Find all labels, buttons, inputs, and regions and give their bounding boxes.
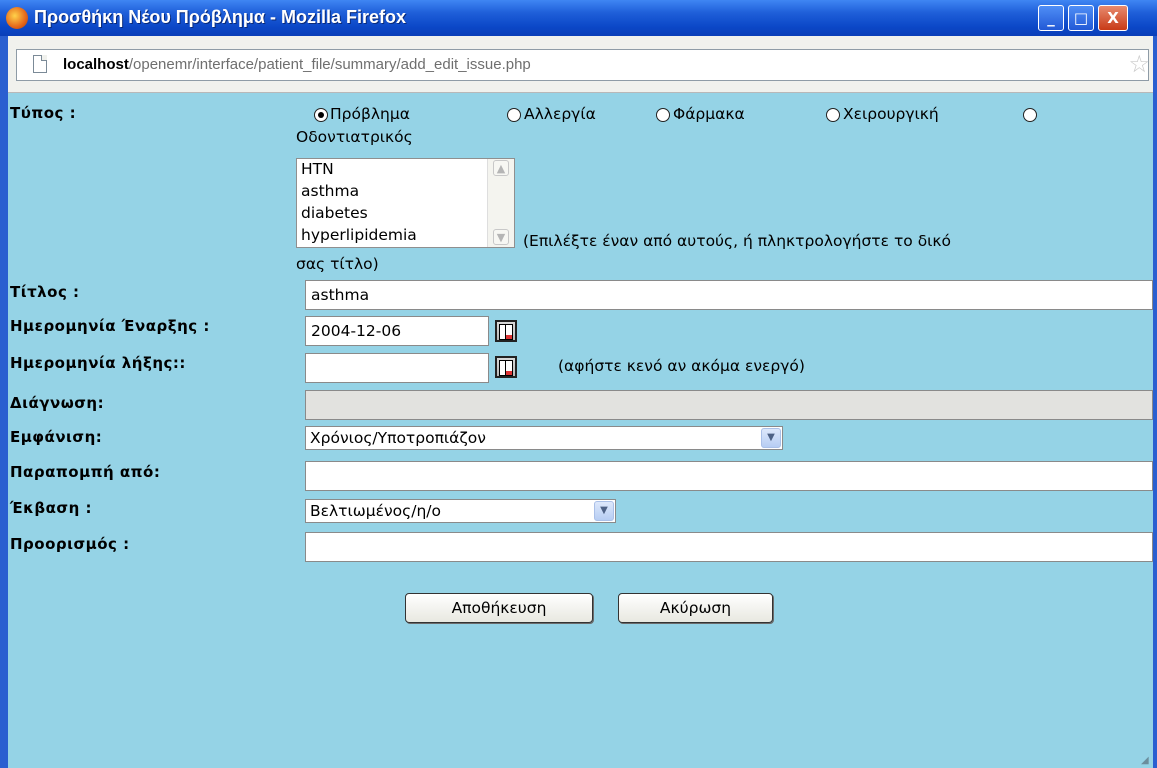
minimize-button[interactable]: _: [1038, 5, 1064, 31]
chevron-down-icon[interactable]: ▼: [594, 501, 614, 521]
issue-list[interactable]: HTN asthma diabetes hyperlipidemia ▲ ▼: [296, 158, 515, 248]
occurrence-value: Χρόνιος/Υποτροπιάζον: [310, 429, 486, 447]
type-option-allergy: Αλλεργία: [524, 105, 596, 123]
page-icon: [33, 55, 47, 73]
type-option-problem: Πρόβλημα: [330, 105, 410, 123]
end-date-label: Ημερομηνία λήξης::: [10, 354, 186, 372]
title-input[interactable]: asthma: [305, 280, 1153, 310]
type-radio-allergy[interactable]: [507, 108, 521, 122]
url-host: localhost: [63, 56, 129, 73]
type-option-medication: Φάρμακα: [673, 105, 745, 123]
resize-grip-icon[interactable]: ◢: [1141, 756, 1151, 766]
url-bar: localhost/openemr/interface/patient_file…: [8, 36, 1153, 93]
start-date-label: Ημερομηνία Έναρξης :: [10, 317, 210, 335]
url-text: localhost/openemr/interface/patient_file…: [63, 56, 531, 73]
end-date-hint: (αφήστε κενό αν ακόμα ενεργό): [558, 357, 805, 375]
list-item[interactable]: asthma: [301, 182, 359, 200]
referred-by-label: Παραπομπή από:: [10, 463, 161, 481]
occurrence-label: Εμφάνιση:: [10, 428, 103, 446]
type-radio-dental[interactable]: [1023, 108, 1037, 122]
bookmark-star-icon[interactable]: ☆: [1128, 51, 1150, 77]
diagnosis-input: [305, 390, 1153, 420]
diagnosis-label: Διάγνωση:: [10, 394, 105, 412]
calendar-icon[interactable]: [495, 320, 517, 342]
save-button[interactable]: Αποθήκευση: [405, 593, 593, 623]
referred-by-input[interactable]: [305, 461, 1153, 491]
url-path: /openemr/interface/patient_file/summary/…: [128, 56, 531, 73]
outcome-label: Έκβαση :: [10, 499, 92, 517]
type-radio-problem[interactable]: [314, 108, 328, 122]
list-hint-line1: (Επιλέξτε έναν από αυτούς, ή πληκτρολογή…: [523, 232, 952, 250]
maximize-button[interactable]: □: [1068, 5, 1094, 31]
cancel-button[interactable]: Ακύρωση: [618, 593, 773, 623]
type-radio-medication[interactable]: [656, 108, 670, 122]
type-option-dental: Οδοντιατρικός: [296, 128, 413, 146]
firefox-icon: [6, 7, 28, 29]
end-date-input[interactable]: [305, 353, 489, 383]
title-bar[interactable]: Προσθήκη Νέου Πρόβλημα - Mozilla Firefox…: [0, 0, 1157, 36]
list-item[interactable]: HTN: [301, 160, 334, 178]
address-field[interactable]: localhost/openemr/interface/patient_file…: [16, 49, 1150, 81]
close-button[interactable]: X: [1098, 5, 1128, 31]
issue-form: Τύπος : Πρόβλημα Αλλεργία Φάρμακα Χειρου…: [8, 92, 1153, 768]
list-scrollbar[interactable]: ▲ ▼: [487, 159, 514, 247]
scroll-down-icon[interactable]: ▼: [493, 229, 509, 245]
list-item[interactable]: hyperlipidemia: [301, 226, 417, 244]
type-radio-surgery[interactable]: [826, 108, 840, 122]
start-date-input[interactable]: 2004-12-06: [305, 316, 489, 346]
type-label: Τύπος :: [10, 104, 77, 122]
type-option-surgery: Χειρουργική: [843, 105, 939, 123]
chevron-down-icon[interactable]: ▼: [761, 428, 781, 448]
list-item[interactable]: diabetes: [301, 204, 368, 222]
list-hint-line2: σας τίτλο): [296, 255, 379, 273]
occurrence-select[interactable]: Χρόνιος/Υποτροπιάζον ▼: [305, 426, 783, 450]
outcome-select[interactable]: Βελτιωμένος/η/ο ▼: [305, 499, 616, 523]
scroll-up-icon[interactable]: ▲: [493, 160, 509, 176]
firefox-window: Προσθήκη Νέου Πρόβλημα - Mozilla Firefox…: [0, 0, 1157, 768]
window-title: Προσθήκη Νέου Πρόβλημα - Mozilla Firefox: [34, 7, 407, 27]
calendar-icon[interactable]: [495, 356, 517, 378]
destination-input[interactable]: [305, 532, 1153, 562]
destination-label: Προορισμός :: [10, 535, 130, 553]
outcome-value: Βελτιωμένος/η/ο: [310, 502, 441, 520]
title-label: Τίτλος :: [10, 283, 80, 301]
